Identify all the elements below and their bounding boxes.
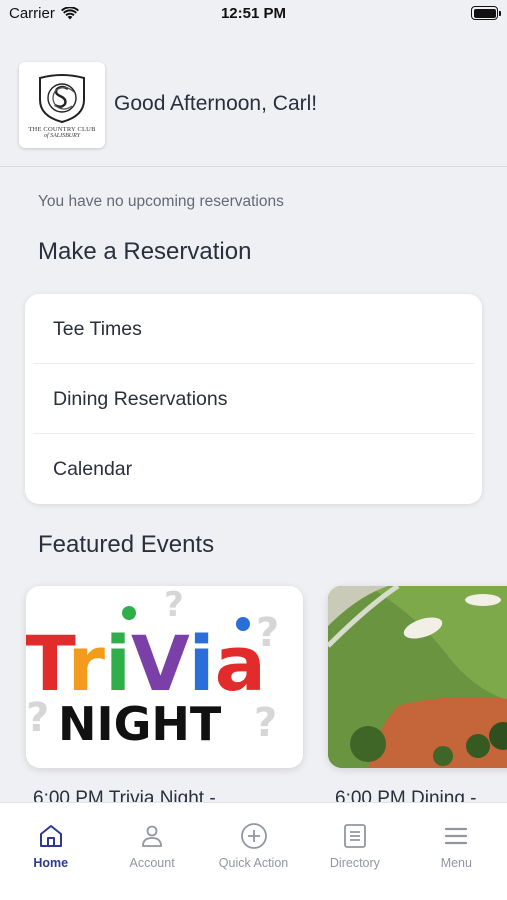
person-icon bbox=[140, 821, 164, 851]
tab-label: Home bbox=[33, 856, 69, 870]
directory-icon bbox=[343, 821, 367, 851]
tab-menu[interactable]: Menu bbox=[406, 803, 507, 900]
battery-icon bbox=[471, 6, 501, 20]
plus-circle-icon bbox=[240, 821, 268, 851]
trivia-night-image: ? ? ? ? TriVia NIGHT bbox=[26, 586, 303, 768]
tab-label: Account bbox=[129, 856, 175, 870]
logo-text: THE COUNTRY CLUB bbox=[28, 125, 96, 133]
status-bar: Carrier 12:51 PM bbox=[0, 0, 507, 30]
tab-home[interactable]: Home bbox=[0, 803, 101, 900]
svg-text:NIGHT: NIGHT bbox=[58, 697, 222, 751]
tee-times-item[interactable]: Tee Times bbox=[25, 294, 482, 364]
club-logo[interactable]: THE COUNTRY CLUB of SALISBURY bbox=[19, 62, 105, 148]
tab-label: Menu bbox=[440, 856, 472, 870]
list-item-label: Calendar bbox=[53, 457, 133, 480]
tab-label: Quick Action bbox=[218, 856, 289, 870]
dining-reservations-item[interactable]: Dining Reservations bbox=[25, 364, 482, 434]
greeting-text: Good Afternoon, Carl! bbox=[114, 92, 318, 115]
featured-events-title: Featured Events bbox=[38, 531, 215, 558]
status-time: 12:51 PM bbox=[220, 5, 287, 22]
menu-icon bbox=[444, 821, 468, 851]
svg-text:TriVia: TriVia bbox=[26, 619, 266, 708]
tab-quick-action[interactable]: Quick Action bbox=[203, 803, 304, 900]
tab-label: Directory bbox=[329, 856, 380, 870]
calendar-item[interactable]: Calendar bbox=[25, 434, 482, 504]
header: THE COUNTRY CLUB of SALISBURY Good After… bbox=[0, 30, 507, 167]
home-icon bbox=[38, 821, 64, 851]
club-crest-icon bbox=[39, 73, 85, 123]
logo-subtext: of SALISBURY bbox=[43, 132, 81, 139]
tab-account[interactable]: Account bbox=[101, 803, 202, 900]
list-item-label: Tee Times bbox=[53, 317, 142, 340]
make-reservation-title: Make a Reservation bbox=[38, 238, 252, 265]
no-reservations-text: You have no upcoming reservations bbox=[38, 193, 284, 210]
golf-course-image bbox=[328, 586, 507, 768]
reservation-list: Tee Times Dining Reservations Calendar bbox=[25, 294, 482, 504]
dining-event-card[interactable] bbox=[328, 586, 507, 768]
tab-directory[interactable]: Directory bbox=[304, 803, 405, 900]
trivia-night-event-card[interactable]: ? ? ? ? TriVia NIGHT bbox=[26, 586, 303, 768]
tab-bar: Home Account Quick Action Directory Menu bbox=[0, 802, 507, 900]
list-item-label: Dining Reservations bbox=[53, 387, 228, 410]
